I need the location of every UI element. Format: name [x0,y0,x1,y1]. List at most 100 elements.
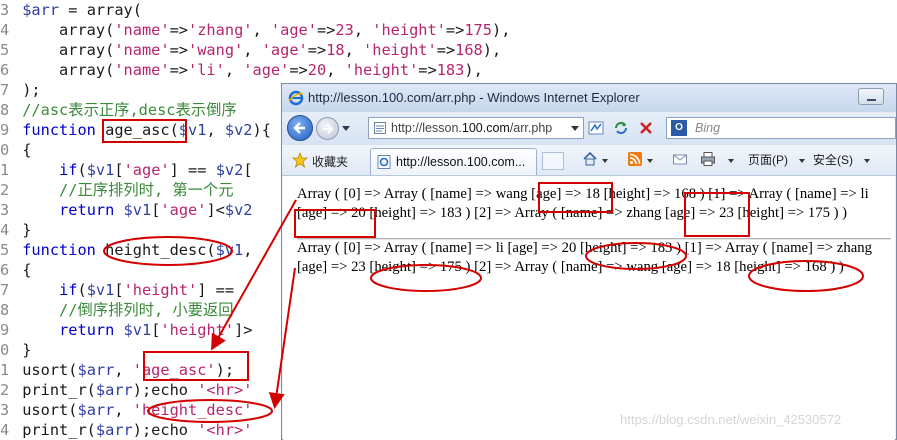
code-token: { [22,261,32,279]
output-line: Array ( [0] => Array ( [name] => li [age… [297,240,872,256]
line-number: 0 [0,341,10,359]
forward-arrow-icon [323,124,334,134]
code-token: 20 [307,61,327,79]
favorites-star-icon[interactable] [292,152,308,168]
stop-icon[interactable] [638,120,654,136]
code-token: 23 [335,21,354,39]
safety-menu-dropdown-icon[interactable] [864,159,870,163]
forward-button[interactable] [316,117,339,140]
print-icon[interactable] [700,151,716,167]
code-token: } [22,221,32,239]
code-line: 9 function age_asc($v1, $v2){ [0,120,271,140]
code-token: 'height_desc' [132,401,253,419]
code-token: => [169,61,189,79]
code-token: $v2 [224,201,253,219]
code-token: 'age' [270,21,317,39]
code-token: $arr [77,361,115,379]
browser-window[interactable]: http://lesson.100.com/arr.php - Windows … [281,83,897,440]
new-tab-button[interactable] [542,152,564,170]
code-line: 7 if($v1['height'] == [0,280,243,300]
line-number: 4 [0,221,10,239]
code-token: height_desc( [95,241,216,259]
code-token: $arr [22,1,60,19]
code-token: , [243,241,253,259]
code-line: 1 if($v1['age'] == $v2[ [0,160,253,180]
code-token: ]> [234,321,253,339]
code-token: 175 [464,21,492,39]
code-token: $v2 [215,161,244,179]
line-number: 3 [0,401,10,419]
code-token: '<hr>' [197,421,253,439]
code-line: 4 } [0,220,31,240]
address-dropdown-icon[interactable] [571,126,579,131]
code-token: print_r( [22,421,96,439]
browser-tab[interactable]: http://lesson.100.com... [370,148,537,175]
code-token: ] == [197,281,244,299]
code-line: 8 //倒序排列时, 小要返回 [0,300,234,320]
history-dropdown-icon[interactable] [342,126,350,131]
code-token: 'height' [363,41,437,59]
mail-icon[interactable] [672,151,688,167]
code-token: return [59,201,115,219]
code-token: , [326,61,345,79]
output-line: [age] => 23 [height] => 175 ) [2] => Arr… [297,259,844,275]
code-token: [ [243,161,253,179]
page-menu[interactable]: 页面(P) [748,151,788,168]
search-box[interactable]: O Bing [666,117,896,139]
code-token: , [114,401,133,419]
search-input[interactable]: Bing [695,121,720,135]
code-line: 5 array('name'=>'wang', 'age'=>18, 'heig… [0,40,501,60]
code-token: $v1 [123,201,152,219]
code-line: 9 return $v1['height']> [0,320,253,340]
line-number: 6 [0,61,10,79]
code-token: ]< [206,201,225,219]
code-token: ); [22,81,41,99]
line-number: 8 [0,101,10,119]
code-token: 'age_asc' [132,361,216,379]
line-number: 1 [0,161,10,179]
home-dropdown-icon[interactable] [602,159,608,163]
code-token: $v1 [215,241,244,259]
favorites-button[interactable]: 收藏夹 [312,153,348,170]
code-token: 'name' [114,41,170,59]
print-dropdown-icon[interactable] [728,159,734,163]
code-token: 'height' [123,281,198,299]
line-number: 3 [0,201,10,219]
code-token: [ [114,281,124,299]
minimize-button[interactable] [858,88,884,105]
code-token: 'height' [372,21,446,39]
back-button[interactable] [287,115,313,141]
home-icon[interactable] [582,151,598,167]
code-token: 183 [436,61,465,79]
compatibility-view-icon[interactable] [588,120,604,136]
safety-menu[interactable]: 安全(S) [813,151,853,168]
code-token: function [22,121,96,139]
code-token: 'age' [160,201,207,219]
rss-feed-icon[interactable] [627,151,643,167]
line-number: 9 [0,121,10,139]
code-line: 3 return $v1['age']<$v2 [0,200,253,220]
code-line: 7 ); [0,80,41,100]
feed-dropdown-icon[interactable] [647,159,653,163]
code-token: ), [491,21,511,39]
code-token: 18 [326,41,345,59]
code-line: 6 array('name'=>'li', 'age'=>20, 'height… [0,60,483,80]
tab-page-icon [377,155,391,169]
code-token: if [59,161,78,179]
code-token: [ [114,161,124,179]
code-token: $v1 [178,121,207,139]
code-token: => [316,21,336,39]
code-line: 3 $arr = array( [0,0,142,20]
back-arrow-icon [293,122,305,134]
address-bar[interactable]: http://lesson.100.com/arr.php [368,117,584,139]
watermark: https://blog.csdn.net/weixin_42530572 [620,412,842,427]
title-bar[interactable]: http://lesson.100.com/arr.php - Windows … [282,84,896,113]
refresh-icon[interactable] [613,120,629,136]
page-menu-dropdown-icon[interactable] [799,159,805,163]
code-line: 5 function height_desc($v1, [0,240,253,260]
output-line: [age] => 20 [height] => 183 ) [2] => Arr… [297,205,848,221]
